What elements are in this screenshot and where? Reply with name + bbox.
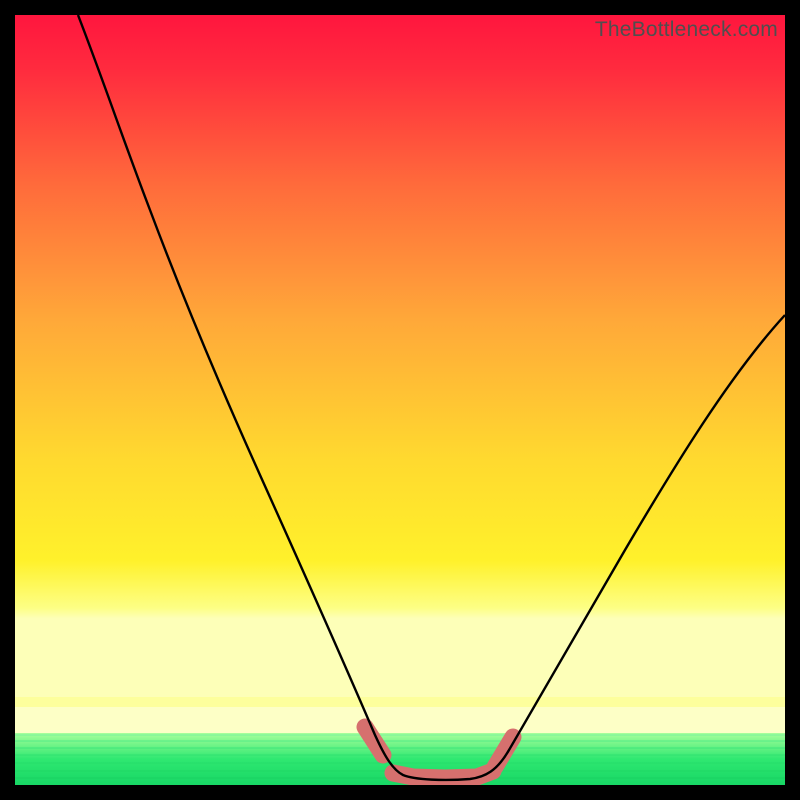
plot-area — [15, 15, 785, 785]
curve-layer — [15, 15, 785, 785]
outer-frame: TheBottleneck.com — [0, 0, 800, 800]
bottleneck-curve — [78, 15, 785, 780]
watermark-text: TheBottleneck.com — [595, 18, 778, 42]
